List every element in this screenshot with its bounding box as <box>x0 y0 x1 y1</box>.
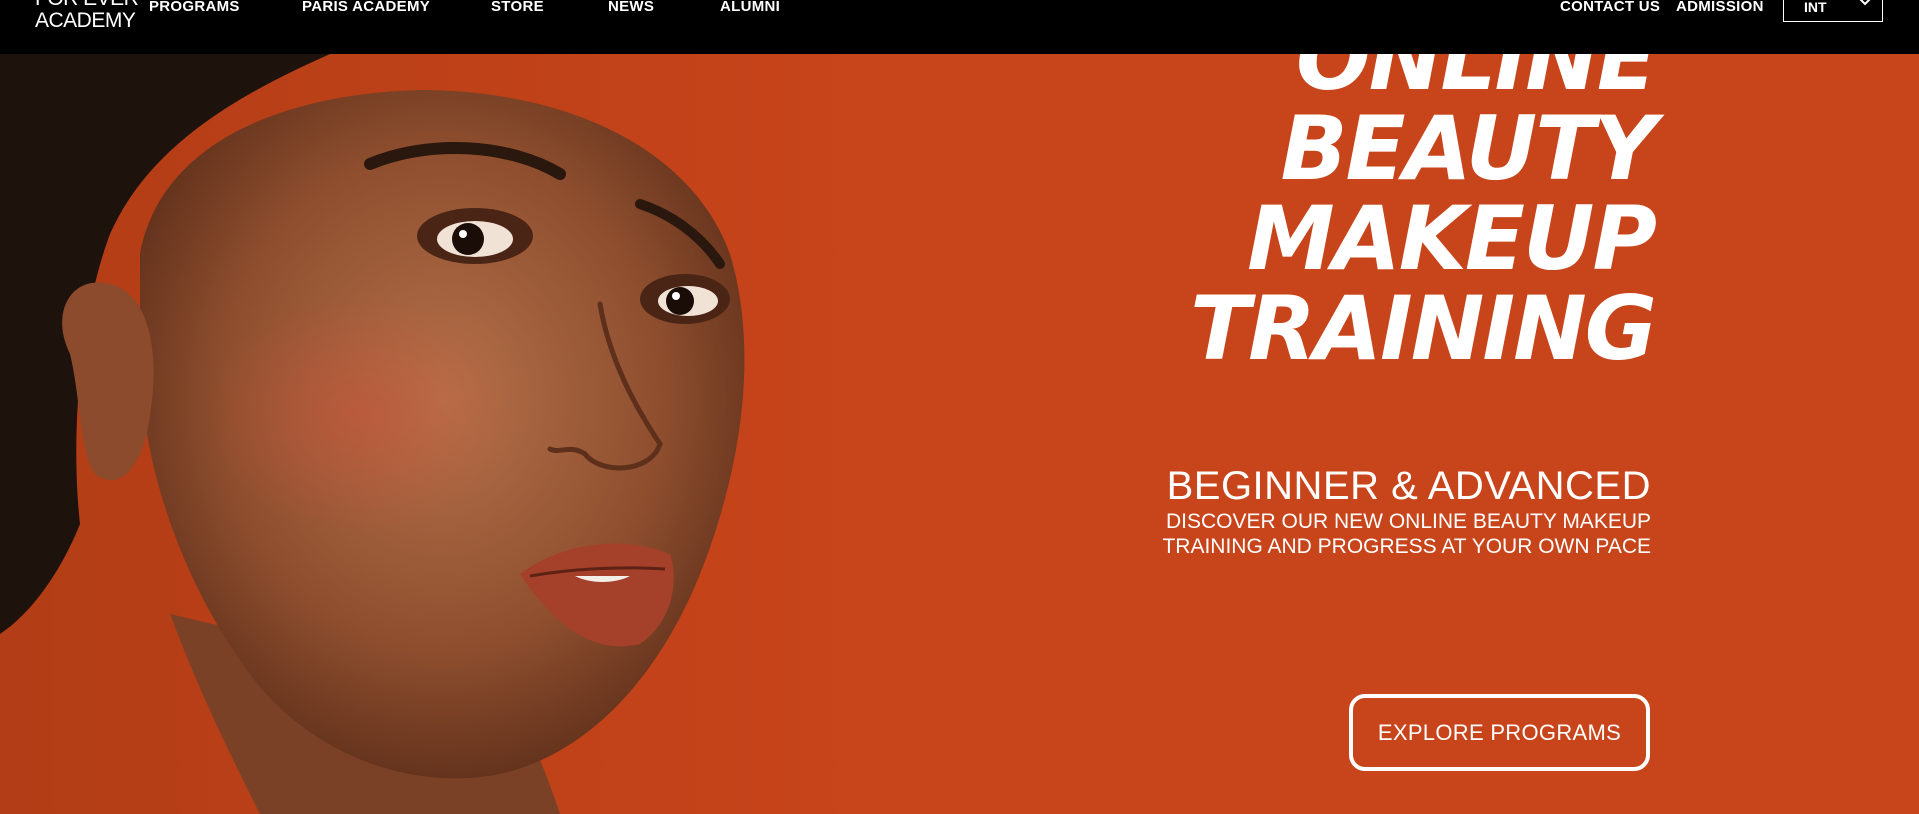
language-code: INT <box>1804 0 1827 15</box>
explore-programs-button[interactable]: EXPLORE PROGRAMS <box>1349 694 1650 771</box>
headline-line-2: BEAUTY <box>1280 97 1657 200</box>
description-line-1: DISCOVER OUR NEW ONLINE BEAUTY MAKEUP <box>1165 510 1651 533</box>
headline-line-4: TRAINING <box>1190 277 1657 380</box>
nav-store[interactable]: STORE <box>491 0 544 15</box>
nav-paris-academy[interactable]: PARIS ACADEMY <box>302 0 430 15</box>
hero-subtitle: BEGINNER & ADVANCED <box>1166 464 1651 508</box>
nav-contact-us[interactable]: CONTACT US <box>1560 0 1660 15</box>
hero-headline: ONLINE BEAUTY MAKEUP TRAINING <box>1190 54 1657 380</box>
hero-portrait-image <box>0 54 860 814</box>
brand-logo[interactable]: FOR EVER ACADEMY <box>35 0 139 32</box>
chevron-down-icon <box>1859 0 1871 6</box>
hero-description: DISCOVER OUR NEW ONLINE BEAUTY MAKEUP TR… <box>1162 509 1651 559</box>
hero-section: ONLINE BEAUTY MAKEUP TRAINING BEGINNER &… <box>0 54 1919 814</box>
nav-alumni[interactable]: ALUMNI <box>720 0 780 15</box>
nav-admission[interactable]: ADMISSION <box>1676 0 1764 15</box>
description-line-2: TRAINING AND PROGRESS AT YOUR OWN PACE <box>1162 535 1651 558</box>
top-navigation-bar: FOR EVER ACADEMY PROGRAMS PARIS ACADEMY … <box>0 0 1919 54</box>
headline-line-3: MAKEUP <box>1247 187 1657 290</box>
nav-news[interactable]: NEWS <box>608 0 654 15</box>
logo-line-2: ACADEMY <box>35 9 136 32</box>
nav-programs[interactable]: PROGRAMS <box>149 0 240 15</box>
language-selector[interactable]: INT <box>1783 0 1883 22</box>
